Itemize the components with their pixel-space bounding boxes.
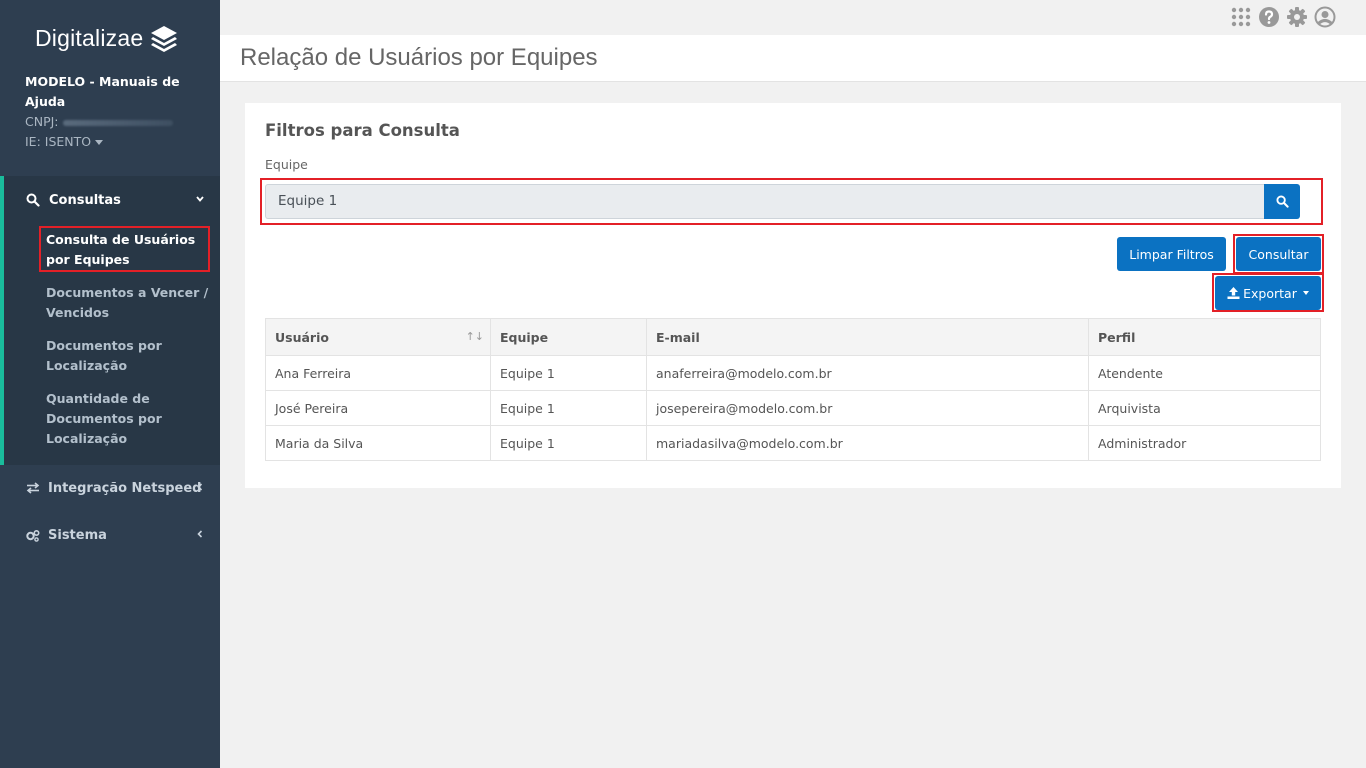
column-header-email: E-mail: [646, 318, 1089, 356]
cell-perfil: Administrador: [1088, 425, 1321, 461]
column-header-equipe: Equipe: [490, 318, 647, 356]
cell-usuario: José Pereira: [265, 390, 491, 426]
menu-consultas-label: Consultas: [49, 192, 121, 208]
help-icon[interactable]: [1258, 6, 1280, 28]
sort-icon[interactable]: ↑↓: [466, 330, 484, 343]
brand-name: Digitalizae: [35, 24, 144, 51]
highlight-frame: [1233, 234, 1324, 274]
chevron-left-icon: [197, 530, 203, 538]
sidebar-item-quantidade-documentos[interactable]: Quantidade de Documentos por Localização: [46, 389, 211, 449]
cell-usuario: Maria da Silva: [265, 425, 491, 461]
company-ie: IE: ISENTO: [25, 134, 92, 149]
cell-email: anaferreira@modelo.com.br: [646, 355, 1089, 391]
cnpj-redacted: [62, 119, 173, 126]
menu-integracao-netspeed[interactable]: Integração Netspeed: [25, 478, 205, 498]
cell-equipe: Equipe 1: [490, 425, 647, 461]
cell-email: mariadasilva@modelo.com.br: [646, 425, 1089, 461]
menu-sistema-label: Sistema: [48, 527, 107, 543]
filters-title: Filtros para Consulta: [265, 121, 460, 140]
column-header-usuario[interactable]: Usuário ↑↓: [265, 318, 491, 356]
company-cnpj: CNPJ:: [25, 112, 210, 132]
settings-icon[interactable]: [1286, 6, 1308, 28]
chevron-left-icon: [197, 483, 203, 491]
sidebar: Digitalizae MODELO - Manuais de Ajuda CN…: [0, 0, 220, 768]
caret-down-icon: [95, 140, 104, 145]
cnpj-label: CNPJ:: [25, 114, 59, 129]
menu-sistema[interactable]: Sistema: [25, 525, 205, 545]
topbar: [220, 0, 1366, 35]
company-ie-dropdown[interactable]: IE: ISENTO: [25, 132, 210, 152]
table-row: José Pereira Equipe 1 josepereira@modelo…: [265, 390, 1321, 426]
cell-perfil: Atendente: [1088, 355, 1321, 391]
table-row: Ana Ferreira Equipe 1 anaferreira@modelo…: [265, 355, 1321, 391]
sidebar-item-documentos-vencer[interactable]: Documentos a Vencer / Vencidos: [46, 283, 211, 323]
clear-filters-button[interactable]: Limpar Filtros: [1117, 237, 1226, 271]
apps-grid-icon[interactable]: [1230, 6, 1252, 28]
layers-logo-icon: [151, 26, 178, 52]
cell-equipe: Equipe 1: [490, 355, 647, 391]
cogs-icon: [26, 529, 40, 542]
filters-panel: Filtros para Consulta Equipe Equipe 1 Li…: [245, 103, 1341, 488]
company-name: MODELO - Manuais de Ajuda: [25, 74, 180, 109]
cell-equipe: Equipe 1: [490, 390, 647, 426]
team-label: Equipe: [265, 157, 308, 172]
exchange-icon: [26, 482, 40, 494]
cell-email: josepereira@modelo.com.br: [646, 390, 1089, 426]
highlight-frame: [1212, 273, 1324, 312]
users-table: Usuário ↑↓ Equipe E-mail Perfil Ana Ferr…: [265, 318, 1321, 461]
highlight-frame: [260, 178, 1323, 225]
column-header-perfil: Perfil: [1088, 318, 1321, 356]
company-info: MODELO - Manuais de Ajuda CNPJ: IE: ISEN…: [25, 72, 210, 152]
menu-integracao-label: Integração Netspeed: [48, 480, 202, 496]
cell-perfil: Arquivista: [1088, 390, 1321, 426]
search-icon: [26, 193, 40, 207]
sidebar-item-documentos-localizacao[interactable]: Documentos por Localização: [46, 336, 211, 376]
cell-usuario: Ana Ferreira: [265, 355, 491, 391]
table-row: Maria da Silva Equipe 1 mariadasilva@mod…: [265, 425, 1321, 461]
highlight-frame: [39, 226, 210, 272]
page-header: Relação de Usuários por Equipes: [220, 35, 1366, 82]
table-header-row: Usuário ↑↓ Equipe E-mail Perfil: [265, 318, 1321, 356]
chevron-down-icon: [196, 196, 204, 202]
brand[interactable]: Digitalizae: [35, 22, 179, 54]
menu-consultas[interactable]: Consultas: [25, 190, 205, 210]
topbar-icons: [1230, 6, 1336, 28]
user-icon[interactable]: [1314, 6, 1336, 28]
page-title: Relação de Usuários por Equipes: [240, 44, 598, 71]
